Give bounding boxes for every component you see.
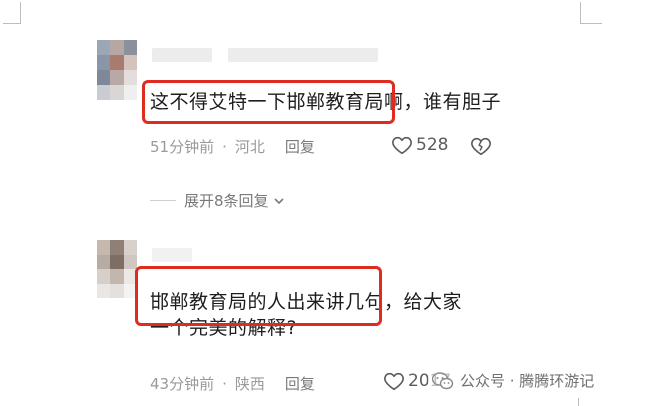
username-blurred bbox=[152, 48, 212, 62]
dislike-button[interactable] bbox=[470, 135, 492, 161]
watermark-text: 公众号 · 腾腾环游记 bbox=[460, 372, 595, 390]
comment-location: 河北 bbox=[234, 138, 265, 156]
username-blurred bbox=[152, 248, 192, 262]
divider-dash bbox=[150, 200, 176, 201]
chevron-down-icon bbox=[273, 197, 284, 204]
like-button[interactable]: 528 bbox=[391, 134, 448, 156]
comment-time: 51分钟前 bbox=[150, 138, 215, 156]
crop-mark-bottom bbox=[578, 398, 579, 406]
heart-outline-icon bbox=[384, 372, 404, 391]
broken-heart-icon bbox=[471, 137, 491, 156]
reply-button[interactable]: 回复 bbox=[285, 136, 315, 157]
reply-button[interactable]: 回复 bbox=[285, 373, 315, 394]
highlight-box bbox=[135, 266, 382, 326]
wechat-logo-icon bbox=[432, 371, 454, 389]
highlight-box bbox=[142, 80, 395, 124]
comment-time: 43分钟前 bbox=[150, 375, 215, 393]
expand-replies-label: 展开8条回复 bbox=[184, 192, 269, 210]
meta-separator: · bbox=[222, 374, 227, 393]
comment-meta: 43分钟前 · 陕西 回复 bbox=[150, 373, 315, 394]
comment-meta: 51分钟前 · 河北 回复 bbox=[150, 136, 315, 157]
expand-replies-button[interactable]: 展开8条回复 bbox=[150, 190, 286, 211]
meta-separator: · bbox=[222, 137, 227, 156]
like-count: 528 bbox=[416, 135, 449, 155]
avatar[interactable] bbox=[97, 240, 137, 298]
comment-location: 陕西 bbox=[234, 375, 265, 393]
username-blurred bbox=[228, 48, 378, 62]
crop-mark-top-left bbox=[3, 2, 21, 24]
heart-outline-icon bbox=[392, 136, 412, 155]
watermark: 公众号 · 腾腾环游记 bbox=[432, 370, 594, 391]
crop-mark-top-right bbox=[580, 2, 602, 24]
avatar[interactable] bbox=[97, 40, 137, 100]
